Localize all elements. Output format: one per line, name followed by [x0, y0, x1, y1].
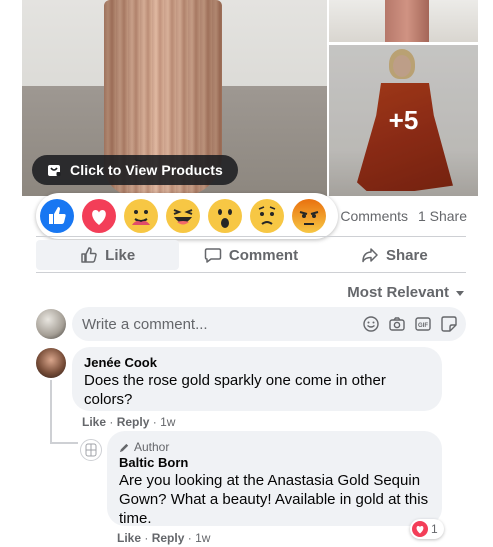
reply-meta: Like · Reply · 1w — [117, 531, 211, 545]
share-arrow-icon — [362, 248, 378, 263]
page-avatar[interactable] — [80, 439, 102, 461]
emoji-icon[interactable] — [362, 315, 380, 333]
comment-reply-link[interactable]: Reply — [117, 415, 150, 429]
product-photo-more[interactable]: +5 — [329, 45, 478, 196]
baltic-born-logo-icon — [85, 443, 97, 457]
author-badge: Author — [119, 439, 430, 455]
reply-reaction-badge[interactable]: 1 — [410, 519, 444, 539]
comment-sort-dropdown[interactable]: Most Relevant — [347, 284, 465, 301]
reply-like-link[interactable]: Like — [117, 531, 141, 545]
thumbs-up-icon — [81, 247, 97, 263]
reply-author-name[interactable]: Baltic Born — [119, 455, 430, 471]
love-reaction-icon — [412, 521, 428, 537]
author-badge-label: Author — [134, 440, 170, 454]
sad-reaction-icon[interactable] — [250, 199, 284, 233]
care-reaction-icon[interactable] — [124, 199, 158, 233]
reply-bubble: Author Baltic Born Are you looking at th… — [107, 431, 442, 527]
sticker-icon[interactable] — [440, 315, 458, 333]
dress-thumbnail — [385, 0, 429, 42]
gif-icon[interactable]: GIF — [414, 315, 432, 333]
svg-text:GIF: GIF — [418, 323, 428, 329]
sort-label: Most Relevant — [347, 284, 449, 301]
wow-reaction-icon[interactable] — [208, 199, 242, 233]
reply-thread-line — [50, 380, 52, 444]
current-user-avatar[interactable] — [36, 309, 66, 339]
comment-like-link[interactable]: Like — [82, 415, 106, 429]
like-reaction-icon[interactable] — [40, 199, 74, 233]
like-label: Like — [105, 246, 136, 264]
post-action-bar: Like Comment Share — [36, 240, 466, 270]
more-photos-count: +5 — [388, 105, 419, 135]
love-reaction-icon[interactable] — [82, 199, 116, 233]
comment-timestamp[interactable]: 1w — [160, 415, 175, 429]
commenter-avatar[interactable] — [36, 348, 66, 378]
shares-count[interactable]: 1 Share — [418, 208, 467, 224]
caret-down-icon — [456, 290, 464, 296]
comment-button[interactable]: Comment — [179, 240, 322, 270]
product-photo-top-right[interactable] — [329, 0, 478, 42]
comment-meta: Like · Reply · 1w — [82, 415, 176, 429]
comments-count[interactable]: Comments — [340, 208, 408, 224]
comment-composer: GIF — [72, 307, 466, 341]
comment-bubble-icon — [204, 248, 222, 263]
reply-thread-connector — [50, 442, 78, 444]
post-stats: Comments 1 Share — [334, 208, 467, 224]
divider-bottom — [36, 272, 466, 273]
product-photo-main[interactable]: Click to View Products — [22, 0, 327, 196]
reply-timestamp[interactable]: 1w — [195, 531, 210, 545]
comment-text: Does the rose gold sparkly one come in o… — [84, 372, 386, 408]
reply-reaction-count: 1 — [431, 522, 438, 536]
pencil-icon — [119, 443, 129, 452]
haha-reaction-icon[interactable] — [166, 199, 200, 233]
photo-grid: Click to View Products +5 — [22, 0, 478, 196]
shopping-bag-icon — [48, 165, 61, 176]
comment-input[interactable] — [82, 307, 352, 341]
view-products-button[interactable]: Click to View Products — [32, 155, 238, 185]
view-products-label: Click to View Products — [70, 162, 223, 178]
comment-label: Comment — [228, 246, 299, 264]
reply-text: Are you looking at the Anastasia Gold Se… — [119, 472, 429, 527]
commenter-name[interactable]: Jenée Cook — [84, 355, 430, 371]
composer-tools: GIF — [354, 315, 458, 333]
angry-reaction-icon[interactable] — [292, 199, 326, 233]
share-label: Share — [385, 246, 428, 264]
share-button[interactable]: Share — [323, 240, 466, 270]
comment-bubble: Jenée Cook Does the rose gold sparkly on… — [72, 347, 442, 411]
camera-icon[interactable] — [388, 315, 406, 333]
reply-reply-link[interactable]: Reply — [152, 531, 185, 545]
reaction-picker — [36, 193, 338, 239]
like-button[interactable]: Like — [36, 240, 180, 270]
divider-top — [36, 236, 466, 237]
